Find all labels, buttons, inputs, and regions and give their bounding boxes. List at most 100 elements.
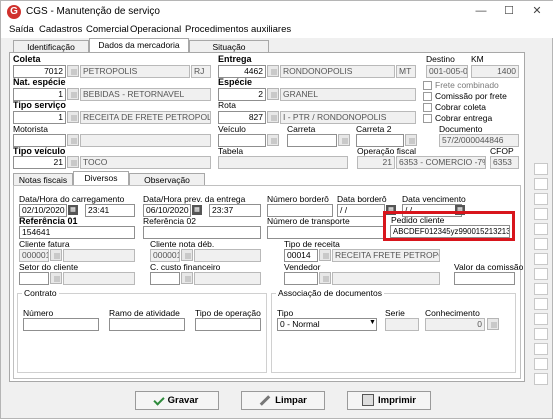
data-vencimento-label: Data vencimento [402,194,466,204]
carregamento-time-field[interactable]: 23:41 [85,204,135,217]
imprimir-button[interactable]: Imprimir [347,391,431,410]
nat-especie-lookup-button[interactable] [67,88,79,100]
tabela-label: Tabela [218,146,244,156]
tipo-veiculo-code-field[interactable]: 21 [13,156,66,169]
toolbar-icon-15[interactable] [534,373,548,385]
chevron-down-icon[interactable]: ▼ [369,319,376,326]
numero-transporte-field[interactable] [267,226,385,239]
app-window: G CGS - Manutenção de serviço — ☐ ✕ Saíd… [0,0,553,419]
imprimir-label: Imprimir [377,395,416,406]
contrato-numero-field[interactable] [23,318,99,331]
cfop-field: 6353 [490,156,519,169]
toolbar-icon-10[interactable] [534,298,548,310]
km-field: 1400 [471,65,519,78]
toolbar-icon-12[interactable] [534,328,548,340]
operacao-fiscal-label: Operação fiscal [357,146,417,156]
tipo-operacao-field[interactable] [195,318,261,331]
minimize-button[interactable]: — [473,4,489,18]
valor-comissao-field[interactable] [454,272,515,285]
previsao-label: Data/Hora prev. da entrega [143,194,246,204]
numero-transporte-label: Número de transporte [267,216,350,226]
motorista-field [80,134,211,147]
app-logo-icon: G [7,5,21,19]
coleta-uf-field: RJ [191,65,211,78]
cobrar-entrega-checkbox[interactable] [423,114,432,123]
toolbar-icon-3[interactable] [534,193,548,205]
toolbar-icon-8[interactable] [534,268,548,280]
toolbar-icon-6[interactable] [534,238,548,250]
previsao-calendar-icon[interactable]: ▦ [192,205,202,215]
setor-cliente-lookup-button[interactable] [50,272,62,284]
tipo-servico-code-field[interactable]: 1 [13,111,66,124]
carreta-field[interactable] [287,134,337,147]
carreta2-lookup-button[interactable] [405,134,417,146]
toolbar-icon-9[interactable] [534,283,548,295]
entrega-lookup-button[interactable] [267,65,279,77]
motorista-label: Motorista [13,124,48,134]
frete-combinado-checkbox[interactable] [423,81,432,90]
menu-comercial[interactable]: Comercial [86,24,129,35]
ramo-atividade-field[interactable] [109,318,185,331]
previsao-time-field[interactable]: 23:37 [209,204,261,217]
carreta-lookup-button[interactable] [338,134,350,146]
menu-operacional[interactable]: Operacional [130,24,181,35]
coleta-city-field: PETROPOLIS [80,65,190,78]
operacao-fiscal-field: 6353 - COMERCIO -7% [396,156,486,169]
custo-financeiro-label: C. custo financeiro [150,262,221,272]
toolbar-icon-13[interactable] [534,343,548,355]
cliente-nota-lookup-button[interactable] [181,249,193,261]
carregamento-calendar-icon[interactable]: ▦ [68,205,78,215]
toolbar-icon-14[interactable] [534,358,548,370]
cobrar-coleta-checkbox[interactable] [423,103,432,112]
documento-label: Documento [439,124,483,134]
assoc-tipo-select[interactable]: 0 - Normal [277,318,377,331]
tab-dados-mercadoria[interactable]: Dados da mercadoria [89,38,189,53]
setor-cliente-code-field[interactable] [19,272,49,285]
tipo-receita-field: RECEITA FRETE PETROPOLIS [332,249,440,262]
assoc-tipo-label: Tipo [277,308,294,318]
data-bordero-label: Data borderô [337,194,387,204]
tab-diversos[interactable]: Diversos [73,171,129,186]
toolbar-icon-7[interactable] [534,253,548,265]
referencia02-field[interactable] [143,226,261,239]
tipo-servico-label: Tipo serviço [13,100,66,110]
conhecimento-add-button[interactable] [487,318,499,330]
comissao-frete-checkbox[interactable] [423,92,432,101]
conhecimento-field: 0 [425,318,485,331]
custo-financeiro-lookup-button[interactable] [181,272,193,284]
custo-financeiro-code-field[interactable] [150,272,180,285]
check-icon[interactable] [534,163,548,175]
title-bar: G CGS - Manutenção de serviço — ☐ ✕ [1,1,553,23]
menu-cadastros[interactable]: Cadastros [39,24,82,35]
vendedor-lookup-button[interactable] [319,272,331,284]
cliente-fatura-lookup-button[interactable] [50,249,62,261]
vendedor-label: Vendedor [284,262,321,272]
tipo-receita-code-field[interactable]: 00014 [284,249,318,262]
referencia01-field[interactable]: 154641 [19,226,135,239]
rota-lookup-button[interactable] [267,111,279,123]
limpar-button[interactable]: Limpar [241,391,325,410]
cliente-nota-label: Cliente nota déb. [150,239,215,249]
vendedor-code-field[interactable] [284,272,318,285]
toolbar-icon-4[interactable] [534,208,548,220]
especie-label: Espécie [218,77,253,87]
coleta-lookup-button[interactable] [67,65,79,77]
close-button[interactable]: ✕ [529,4,545,18]
tipo-receita-lookup-button[interactable] [319,249,331,261]
entrega-uf-field: MT [396,65,416,78]
especie-lookup-button[interactable] [267,88,279,100]
maximize-button[interactable]: ☐ [501,4,517,18]
menu-procedimentos[interactable]: Procedimentos auxiliares [185,24,291,35]
pedido-cliente-field[interactable]: ABCDEF012345yz99001521321313 [390,225,510,238]
km-label: KM [471,54,484,64]
tipo-servico-lookup-button[interactable] [67,111,79,123]
motorista-lookup-button[interactable] [67,134,79,146]
gravar-button[interactable]: Gravar [135,391,219,410]
rota-code-field[interactable]: 827 [218,111,266,124]
toolbar-icon-5[interactable] [534,223,548,235]
menu-saida[interactable]: Saída [9,24,34,35]
tipo-veiculo-lookup-button[interactable] [67,156,79,168]
veiculo-lookup-button[interactable] [267,134,279,146]
toolbar-icon-2[interactable] [534,178,548,190]
toolbar-icon-11[interactable] [534,313,548,325]
